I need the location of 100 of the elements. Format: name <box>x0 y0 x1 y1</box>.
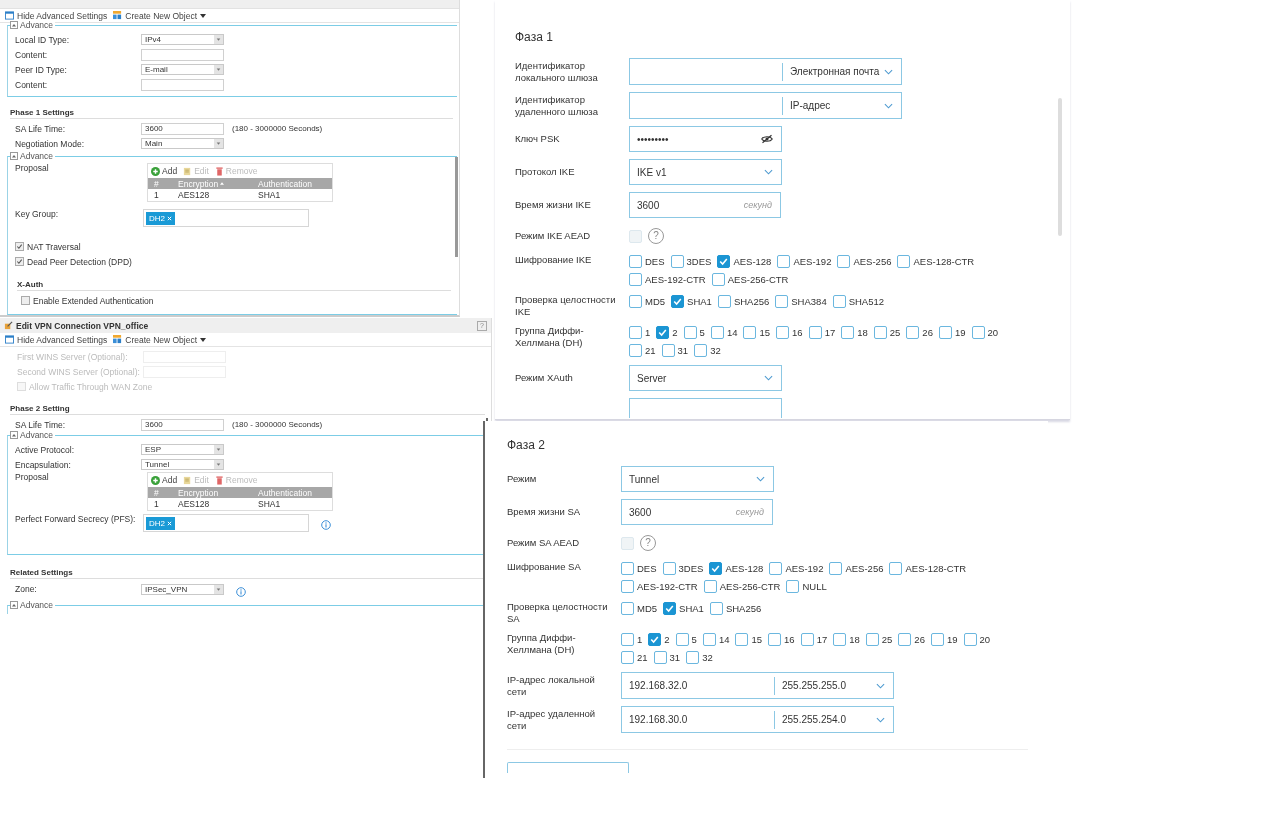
checkbox[interactable] <box>710 326 724 339</box>
checkbox[interactable] <box>971 326 985 339</box>
checkbox[interactable] <box>15 257 24 266</box>
checkbox[interactable] <box>661 344 675 357</box>
checkbox[interactable] <box>671 295 685 308</box>
dropdown[interactable]: ESP <box>141 444 224 455</box>
checkbox[interactable] <box>621 633 634 646</box>
checkbox[interactable] <box>769 562 783 575</box>
checkbox[interactable] <box>653 651 667 664</box>
table-action[interactable]: Add <box>151 475 178 485</box>
info-icon[interactable] <box>321 520 331 530</box>
checkbox[interactable] <box>938 326 952 339</box>
checkbox[interactable] <box>897 255 911 268</box>
checkbox[interactable] <box>743 326 757 339</box>
checkbox[interactable] <box>768 633 782 646</box>
checkbox-label: 21 <box>645 345 656 356</box>
scrollbar[interactable] <box>1058 98 1062 236</box>
checkbox[interactable] <box>15 242 24 251</box>
checkbox[interactable] <box>709 602 723 615</box>
password-field[interactable]: ••••••••• <box>629 126 782 152</box>
checkbox[interactable] <box>898 633 912 646</box>
collapse-icon[interactable] <box>10 601 18 609</box>
checkbox[interactable] <box>889 562 903 575</box>
checkbox[interactable] <box>735 633 749 646</box>
checkbox[interactable] <box>711 273 725 286</box>
dropdown[interactable]: Server <box>629 365 782 391</box>
checkbox[interactable] <box>662 562 676 575</box>
checkbox[interactable] <box>963 633 977 646</box>
dropdown[interactable]: Tunnel <box>141 459 224 470</box>
checkbox[interactable] <box>629 326 642 339</box>
checkbox[interactable] <box>703 580 717 593</box>
hidden-eye-icon[interactable] <box>761 134 773 144</box>
toolbar-button[interactable]: Hide Advanced Settings <box>5 334 108 345</box>
checkbox[interactable] <box>865 633 879 646</box>
checkbox[interactable] <box>786 580 800 593</box>
checkbox[interactable] <box>702 633 716 646</box>
dropdown[interactable]: E-mail <box>141 64 224 75</box>
checkbox[interactable] <box>629 255 642 268</box>
dropdown[interactable]: IKE v1 <box>629 159 782 185</box>
checkbox[interactable] <box>906 326 920 339</box>
checkbox-label: 31 <box>677 345 689 356</box>
checkbox[interactable] <box>621 562 634 575</box>
checkbox[interactable] <box>776 326 790 339</box>
checkbox[interactable] <box>808 326 822 339</box>
info-icon[interactable] <box>236 587 246 597</box>
checkbox[interactable] <box>683 326 697 339</box>
checkbox[interactable] <box>829 562 843 575</box>
checkbox[interactable] <box>621 651 634 664</box>
number-field[interactable]: 3600 секунд <box>629 192 781 218</box>
checkbox[interactable] <box>837 255 851 268</box>
checkbox[interactable] <box>675 633 689 646</box>
checkbox[interactable] <box>663 602 677 615</box>
collapse-icon[interactable] <box>10 21 18 29</box>
checkbox[interactable] <box>694 344 708 357</box>
toolbar-button[interactable]: Hide Advanced Settings <box>5 10 108 21</box>
checkbox[interactable] <box>709 562 723 575</box>
text-field[interactable] <box>141 78 224 91</box>
checkbox[interactable] <box>930 633 944 646</box>
checkbox[interactable] <box>777 255 791 268</box>
checkbox[interactable] <box>629 273 642 286</box>
checkbox[interactable] <box>629 344 642 357</box>
toolbar-button[interactable]: Create New Object <box>113 334 207 345</box>
scrollbar[interactable] <box>455 157 458 257</box>
checkbox[interactable] <box>832 295 846 308</box>
checkbox[interactable] <box>656 326 670 339</box>
close-icon[interactable] <box>167 216 172 221</box>
sort-icon[interactable] <box>220 182 225 185</box>
checkbox[interactable] <box>648 633 662 646</box>
button[interactable] <box>507 762 629 773</box>
checkbox[interactable] <box>21 296 30 305</box>
text-field[interactable]: 3600 <box>141 122 224 135</box>
checkbox[interactable] <box>873 326 887 339</box>
text-field[interactable] <box>629 398 782 418</box>
checkbox[interactable] <box>833 633 847 646</box>
close-icon[interactable] <box>167 521 172 526</box>
checkbox[interactable] <box>621 602 634 615</box>
table-cell-text: SHA1 <box>258 190 282 200</box>
dropdown[interactable]: IPSec_VPN <box>141 583 224 595</box>
field-label: Encapsulation: <box>15 459 72 470</box>
checkbox[interactable] <box>629 295 642 308</box>
dropdown[interactable]: Main <box>141 138 224 149</box>
number-field[interactable]: 3600 секунд <box>621 499 773 525</box>
dropdown[interactable]: Tunnel <box>621 466 774 492</box>
toolbar-button[interactable]: Create New Object <box>113 10 207 21</box>
checkbox[interactable] <box>717 295 731 308</box>
table-action[interactable]: Add <box>151 166 178 176</box>
checkbox[interactable] <box>686 651 700 664</box>
trash-icon <box>214 166 224 176</box>
caret-icon <box>214 35 223 44</box>
text-field[interactable]: 3600 <box>141 418 224 431</box>
checkbox[interactable] <box>775 295 789 308</box>
checkbox[interactable] <box>621 580 634 593</box>
text-field[interactable] <box>141 48 224 61</box>
checkbox[interactable] <box>841 326 855 339</box>
dropdown[interactable]: IPv4 <box>141 34 224 45</box>
checkbox[interactable] <box>717 255 731 268</box>
checkbox[interactable] <box>670 255 684 268</box>
collapse-icon[interactable] <box>10 431 18 439</box>
checkbox[interactable] <box>800 633 814 646</box>
collapse-icon[interactable] <box>10 152 18 160</box>
